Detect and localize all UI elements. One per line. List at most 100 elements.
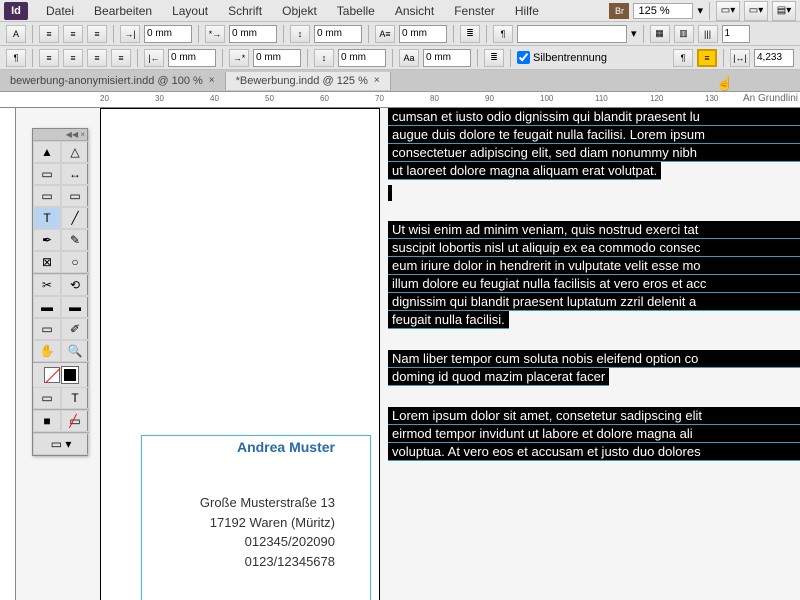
selected-line: dignissim qui blandit praesent luptatum … — [388, 293, 800, 311]
selected-line: Ut wisi enim ad minim veniam, quis nostr… — [388, 221, 800, 239]
justify-right-button[interactable]: ≡ — [87, 49, 107, 67]
apply-none-button[interactable]: ▭╱ — [61, 410, 89, 432]
align-left-button[interactable]: ≡ — [39, 25, 59, 43]
last-line-indent-input[interactable] — [253, 49, 301, 67]
scissors-tool[interactable]: ✂ — [33, 274, 61, 296]
ruler-tick: 110 — [595, 94, 608, 103]
selected-line: augue duis dolore te feugait nulla facil… — [388, 126, 800, 144]
type-tool[interactable]: T — [33, 207, 61, 229]
zoom-select[interactable] — [633, 3, 693, 19]
gradient-feather-tool[interactable]: ▬ — [61, 296, 89, 318]
character-mode-button[interactable]: A — [6, 25, 26, 43]
vertical-ruler[interactable] — [0, 108, 16, 600]
note-tool[interactable]: ▭ — [33, 318, 61, 340]
selected-line: illum dolore eu feugiat nulla facilisis … — [388, 275, 800, 293]
menu-layout[interactable]: Layout — [162, 4, 218, 18]
justify-full-button[interactable]: ≡ — [111, 49, 131, 67]
baseline-none-button[interactable]: ¶ — [673, 49, 693, 67]
bullet-list-button[interactable]: ≣ — [460, 25, 480, 43]
indent-right-input[interactable] — [168, 49, 216, 67]
content-placer-tool[interactable]: ▭ — [61, 185, 89, 207]
dropdown-icon[interactable]: ▾ — [631, 27, 637, 40]
eyedropper-tool[interactable]: ✐ — [61, 318, 89, 340]
dropcap-chars-input[interactable] — [423, 49, 471, 67]
align-center-button[interactable]: ≡ — [63, 25, 83, 43]
view-options-button[interactable]: ▭▾ — [716, 1, 740, 21]
rectangle-frame-tool[interactable]: ⊠ — [33, 251, 61, 273]
grid-mode-2-button[interactable]: ▥ — [674, 25, 694, 43]
zoom-dropdown-icon[interactable]: ▾ — [697, 4, 703, 17]
grid-mode-1-button[interactable]: ▦ — [650, 25, 670, 43]
numbered-list-button[interactable]: ≣ — [484, 49, 504, 67]
menu-table[interactable]: Tabelle — [327, 4, 385, 18]
document-canvas[interactable]: Andrea Muster Große Musterstraße 13 1719… — [16, 108, 800, 600]
zoom-tool[interactable]: 🔍 — [61, 340, 89, 362]
menu-help[interactable]: Hilfe — [505, 4, 549, 18]
hyphenation-input[interactable] — [517, 51, 530, 64]
screen-mode-button[interactable]: ▭▾ — [744, 1, 768, 21]
horizontal-ruler[interactable]: 20 30 40 50 60 70 80 90 100 110 120 130 … — [0, 92, 800, 108]
baseline-indicator: An Grundlini — [743, 93, 798, 104]
menu-type[interactable]: Schrift — [218, 4, 272, 18]
document-tab-2[interactable]: *Bewerbung.indd @ 125 % × — [226, 72, 391, 90]
hyphenation-checkbox[interactable]: Silbentrennung — [517, 51, 607, 64]
apply-color-button[interactable]: ■ — [33, 410, 61, 432]
line-tool[interactable]: ╱ — [61, 207, 89, 229]
direct-selection-tool[interactable]: △ — [61, 141, 89, 163]
normal-view-button[interactable]: ▭ ▾ — [33, 433, 89, 455]
menu-view[interactable]: Ansicht — [385, 4, 444, 18]
selected-line: Nam liber tempor cum soluta nobis eleife… — [388, 350, 800, 368]
space-before-input[interactable] — [314, 25, 362, 43]
menu-edit[interactable]: Bearbeiten — [84, 4, 162, 18]
first-line-indent-input[interactable] — [229, 25, 277, 43]
selected-line: suscipit lobortis nisl ut aliquip ex ea … — [388, 239, 800, 257]
ruler-tick: 50 — [265, 94, 274, 103]
ruler-tick: 130 — [705, 94, 718, 103]
document-tab-1[interactable]: bewerbung-anonymisiert.indd @ 100 % × — [0, 72, 226, 90]
paragraph-mode-button[interactable]: ¶ — [6, 49, 26, 67]
justify-center-button[interactable]: ≡ — [63, 49, 83, 67]
menu-file[interactable]: Datei — [36, 4, 84, 18]
dropcap-lines-input[interactable] — [399, 25, 447, 43]
close-icon[interactable]: × — [209, 75, 215, 86]
formatting-text-button[interactable]: T — [61, 387, 89, 409]
selected-line: feugait nulla facilisi. — [388, 311, 509, 329]
arrange-button[interactable]: ▤▾ — [772, 1, 796, 21]
applicant-name[interactable]: Andrea Muster — [237, 439, 335, 455]
menu-window[interactable]: Fenster — [444, 4, 505, 18]
panel-header[interactable]: ◀◀ × — [33, 129, 87, 141]
close-icon[interactable]: × — [374, 75, 380, 86]
columns-input[interactable] — [722, 25, 750, 43]
page-tool[interactable]: ▭ — [33, 163, 61, 185]
formatting-container-button[interactable]: ▭ — [33, 387, 61, 409]
address-line: 17192 Waren (Müritz) — [200, 513, 335, 533]
divider — [486, 25, 487, 43]
align-to-baseline-button[interactable]: ≡ — [697, 49, 717, 67]
align-right-button[interactable]: ≡ — [87, 25, 107, 43]
divider — [32, 49, 33, 67]
pen-tool[interactable]: ✒ — [33, 229, 61, 251]
divider — [198, 25, 199, 43]
hand-tool[interactable]: ✋ — [33, 340, 61, 362]
content-collector-tool[interactable]: ▭ — [33, 185, 61, 207]
indent-right-icon: |← — [144, 49, 164, 67]
address-block[interactable]: Große Musterstraße 13 17192 Waren (Mürit… — [200, 493, 335, 571]
justify-left-button[interactable]: ≡ — [39, 49, 59, 67]
indent-left-input[interactable] — [144, 25, 192, 43]
columns-icon: ||| — [698, 25, 718, 43]
space-after-input[interactable] — [338, 49, 386, 67]
menu-object[interactable]: Objekt — [272, 4, 327, 18]
bridge-icon[interactable]: Br — [609, 3, 629, 19]
space-before-icon: ↕ — [290, 25, 310, 43]
selection-tool[interactable]: ▲ — [33, 141, 61, 163]
gap-tool[interactable]: ↔ — [61, 163, 89, 185]
pencil-tool[interactable]: ✎ — [61, 229, 89, 251]
ellipse-tool[interactable]: ○ — [61, 251, 89, 273]
free-transform-tool[interactable]: ⟲ — [61, 274, 89, 296]
selected-text-frame[interactable]: cumsan et iusto odio dignissim qui bland… — [388, 108, 800, 461]
tools-panel[interactable]: ◀◀ × ▲ △ ▭ ↔ ▭ ▭ T ╱ ✒ ✎ ⊠ ○ ✂ ⟲ ▬ ▬ ▭ ✐… — [32, 128, 88, 456]
kerning-input[interactable] — [754, 49, 794, 67]
fill-stroke-swatches[interactable] — [33, 363, 89, 387]
gradient-swatch-tool[interactable]: ▬ — [33, 296, 61, 318]
paragraph-style-select[interactable] — [517, 25, 627, 43]
